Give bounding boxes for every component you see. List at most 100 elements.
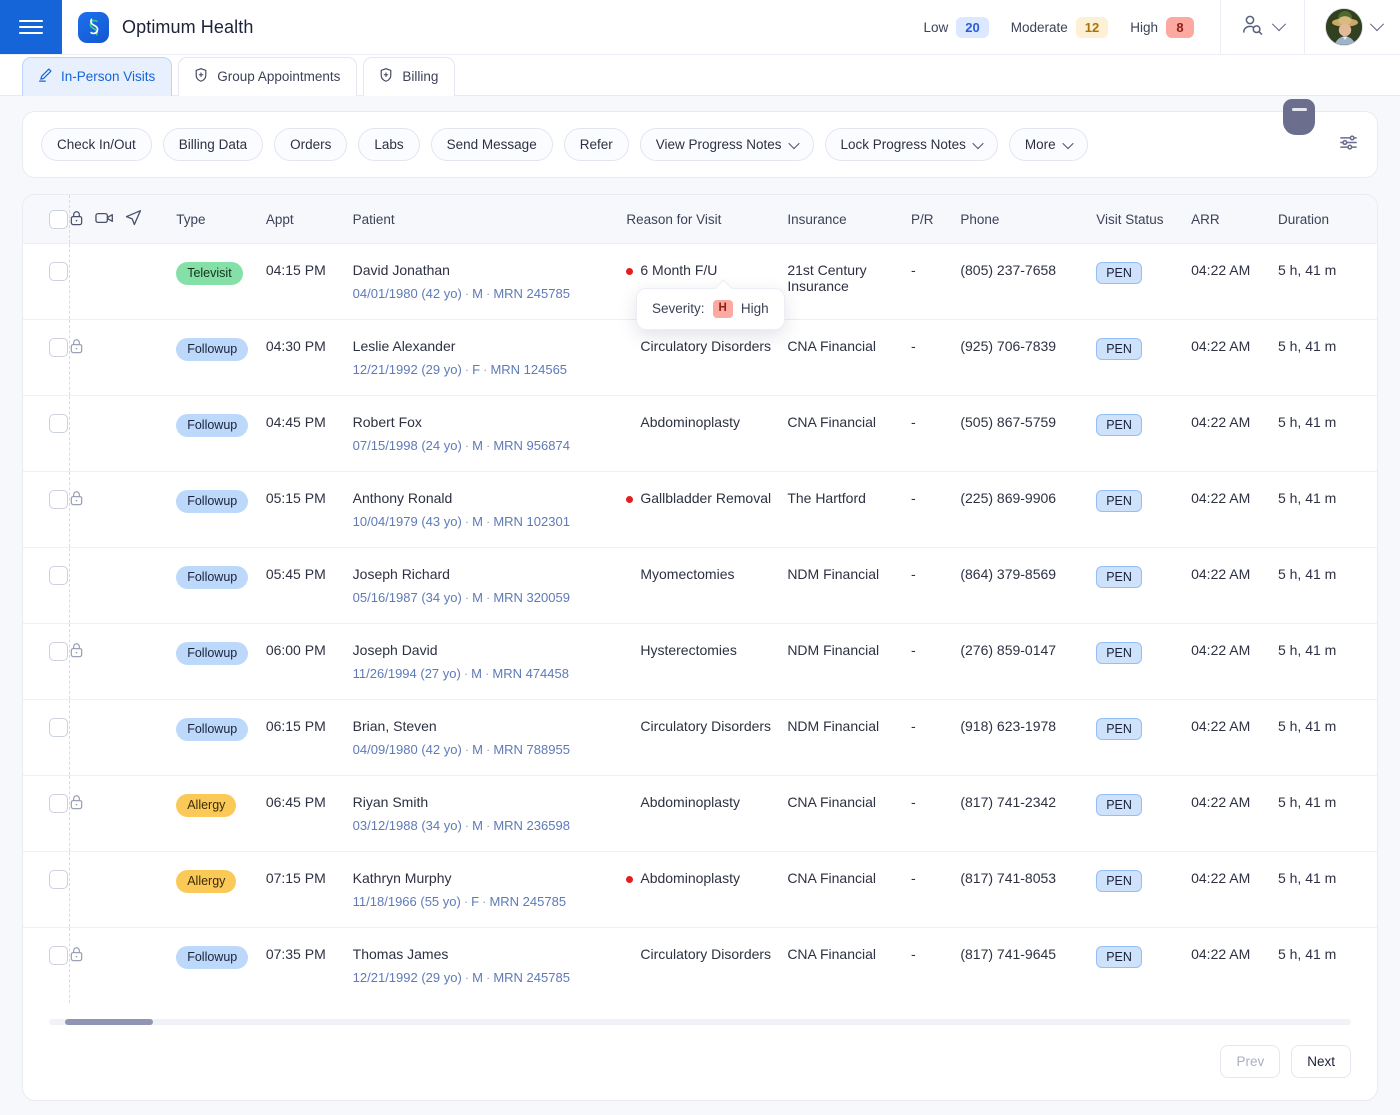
row-checkbox[interactable] bbox=[49, 946, 68, 965]
row-insurance-cell: NDM Financial bbox=[787, 700, 911, 776]
select-all-checkbox[interactable] bbox=[49, 210, 68, 229]
pr-header[interactable]: P/R bbox=[911, 195, 960, 244]
row-phone-cell: (225) 869-9906 bbox=[960, 472, 1096, 548]
row-duration-cell: 5 h, 41 m bbox=[1278, 244, 1377, 320]
row-patient-cell[interactable]: Robert Fox07/15/1998 (24 yo)·M·MRN 95687… bbox=[353, 396, 627, 472]
row-select-cell bbox=[23, 624, 69, 700]
tab-in-person-visits[interactable]: In-Person Visits bbox=[22, 57, 172, 96]
patient-header[interactable]: Patient bbox=[353, 195, 627, 244]
table-row[interactable]: Followup07:35 PMThomas James12/21/1992 (… bbox=[23, 928, 1377, 1004]
severity-low[interactable]: Low 20 bbox=[923, 17, 988, 38]
patient-meta: 11/26/1994 (27 yo)·M·MRN 474458 bbox=[353, 666, 627, 681]
row-patient-cell[interactable]: David Jonathan04/01/1980 (42 yo)·M·MRN 2… bbox=[353, 244, 627, 320]
row-checkbox[interactable] bbox=[49, 794, 68, 813]
row-status-cell: PEN bbox=[1096, 320, 1191, 396]
lock-icon[interactable] bbox=[69, 949, 84, 965]
row-patient-cell[interactable]: Joseph David11/26/1994 (27 yo)·M·MRN 474… bbox=[353, 624, 627, 700]
chevron-down-icon bbox=[972, 137, 983, 148]
row-checkbox[interactable] bbox=[49, 642, 68, 661]
insurance-header[interactable]: Insurance bbox=[787, 195, 911, 244]
row-patient-cell[interactable]: Riyan Smith03/12/1988 (34 yo)·M·MRN 2365… bbox=[353, 776, 627, 852]
row-checkbox[interactable] bbox=[49, 490, 68, 509]
table-row[interactable]: Followup04:45 PMRobert Fox07/15/1998 (24… bbox=[23, 396, 1377, 472]
table-row[interactable]: Followup06:00 PMJoseph David11/26/1994 (… bbox=[23, 624, 1377, 700]
row-arr-cell: 04:22 AM bbox=[1191, 244, 1278, 320]
refer-label: Refer bbox=[580, 137, 613, 152]
send-message-button[interactable]: Send Message bbox=[431, 128, 553, 161]
phone-header[interactable]: Phone bbox=[960, 195, 1096, 244]
lock-icon[interactable] bbox=[69, 797, 84, 813]
row-status-cell: PEN bbox=[1096, 472, 1191, 548]
prev-page-button[interactable]: Prev bbox=[1220, 1045, 1280, 1078]
row-checkbox[interactable] bbox=[49, 566, 68, 585]
account-menu-button[interactable] bbox=[1305, 8, 1400, 46]
table-row[interactable]: Allergy06:45 PMRiyan Smith03/12/1988 (34… bbox=[23, 776, 1377, 852]
row-select-cell bbox=[23, 852, 69, 928]
row-status-cell: PEN bbox=[1096, 396, 1191, 472]
send-paper-plane-icon[interactable] bbox=[125, 209, 142, 229]
sliders-filter-icon[interactable] bbox=[1338, 132, 1359, 158]
row-checkbox[interactable] bbox=[49, 718, 68, 737]
next-page-button[interactable]: Next bbox=[1291, 1045, 1351, 1078]
lock-icon[interactable] bbox=[69, 645, 84, 661]
type-header[interactable]: Type bbox=[176, 195, 266, 244]
hamburger-menu-button[interactable] bbox=[0, 0, 62, 54]
lock-icon[interactable] bbox=[69, 493, 84, 509]
row-phone-cell: (276) 859-0147 bbox=[960, 624, 1096, 700]
user-switch-button[interactable] bbox=[1221, 14, 1304, 41]
row-patient-cell[interactable]: Joseph Richard05/16/1987 (34 yo)·M·MRN 3… bbox=[353, 548, 627, 624]
row-patient-cell[interactable]: Kathryn Murphy11/18/1966 (55 yo)·F·MRN 2… bbox=[353, 852, 627, 928]
severity-high[interactable]: High 8 bbox=[1130, 17, 1194, 38]
row-checkbox[interactable] bbox=[49, 262, 68, 281]
type-badge: Followup bbox=[176, 490, 248, 513]
patient-meta: 04/09/1980 (42 yo)·M·MRN 788955 bbox=[353, 742, 627, 757]
row-patient-cell[interactable]: Anthony Ronald10/04/1979 (43 yo)·M·MRN 1… bbox=[353, 472, 627, 548]
reason-header[interactable]: Reason for Visit bbox=[626, 195, 787, 244]
table-row[interactable]: Followup05:45 PMJoseph Richard05/16/1987… bbox=[23, 548, 1377, 624]
tab-billing[interactable]: Billing bbox=[363, 57, 455, 96]
table-row[interactable]: Allergy07:15 PMKathryn Murphy11/18/1966 … bbox=[23, 852, 1377, 928]
row-checkbox[interactable] bbox=[49, 414, 68, 433]
chevron-down-icon bbox=[1370, 17, 1384, 31]
video-camera-icon[interactable] bbox=[95, 211, 114, 228]
refer-button[interactable]: Refer bbox=[564, 128, 629, 161]
app-header: Optimum Health Low 20 Moderate 12 High 8 bbox=[0, 0, 1400, 55]
scrollbar-thumb[interactable] bbox=[65, 1019, 153, 1025]
tab-group-appointments[interactable]: Group Appointments bbox=[178, 57, 357, 96]
severity-dot bbox=[626, 420, 633, 427]
appt-header[interactable]: Appt bbox=[266, 195, 353, 244]
severity-moderate[interactable]: Moderate 12 bbox=[1011, 17, 1109, 38]
arr-header[interactable]: ARR bbox=[1191, 195, 1278, 244]
table-row[interactable]: Followup05:15 PMAnthony Ronald10/04/1979… bbox=[23, 472, 1377, 548]
table-row[interactable]: Followup06:15 PMBrian, Steven04/09/1980 … bbox=[23, 700, 1377, 776]
horizontal-scrollbar[interactable] bbox=[23, 1003, 1377, 1025]
tab-in-person-visits-label: In-Person Visits bbox=[61, 69, 155, 84]
more-dropdown[interactable]: More bbox=[1009, 128, 1088, 161]
collapse-handle-icon[interactable] bbox=[1283, 99, 1315, 135]
lock-icon[interactable] bbox=[69, 341, 84, 357]
visit-status-header[interactable]: Visit Status bbox=[1096, 195, 1191, 244]
patient-meta: 10/04/1979 (43 yo)·M·MRN 102301 bbox=[353, 514, 627, 529]
reason-text: Hysterectomies bbox=[640, 642, 736, 658]
check-in-out-button[interactable]: Check In/Out bbox=[41, 128, 152, 161]
duration-header[interactable]: Duration bbox=[1278, 195, 1377, 244]
row-patient-cell[interactable]: Thomas James12/21/1992 (29 yo)·M·MRN 245… bbox=[353, 928, 627, 1004]
row-flags-cell bbox=[69, 244, 176, 320]
row-pr-cell: - bbox=[911, 472, 960, 548]
row-checkbox[interactable] bbox=[49, 870, 68, 889]
row-appt-cell: 04:45 PM bbox=[266, 396, 353, 472]
row-insurance-cell: CNA Financial bbox=[787, 776, 911, 852]
lock-icon[interactable] bbox=[69, 210, 84, 229]
table-row[interactable]: Followup04:30 PMLeslie Alexander12/21/19… bbox=[23, 320, 1377, 396]
scrollbar-track[interactable] bbox=[49, 1019, 1351, 1025]
row-checkbox[interactable] bbox=[49, 338, 68, 357]
row-insurance-cell: CNA Financial bbox=[787, 852, 911, 928]
row-select-cell bbox=[23, 776, 69, 852]
view-progress-notes-dropdown[interactable]: View Progress Notes bbox=[640, 128, 814, 161]
billing-data-button[interactable]: Billing Data bbox=[163, 128, 263, 161]
orders-button[interactable]: Orders bbox=[274, 128, 347, 161]
row-patient-cell[interactable]: Brian, Steven04/09/1980 (42 yo)·M·MRN 78… bbox=[353, 700, 627, 776]
lock-progress-notes-dropdown[interactable]: Lock Progress Notes bbox=[825, 128, 998, 161]
row-patient-cell[interactable]: Leslie Alexander12/21/1992 (29 yo)·F·MRN… bbox=[353, 320, 627, 396]
labs-button[interactable]: Labs bbox=[358, 128, 419, 161]
